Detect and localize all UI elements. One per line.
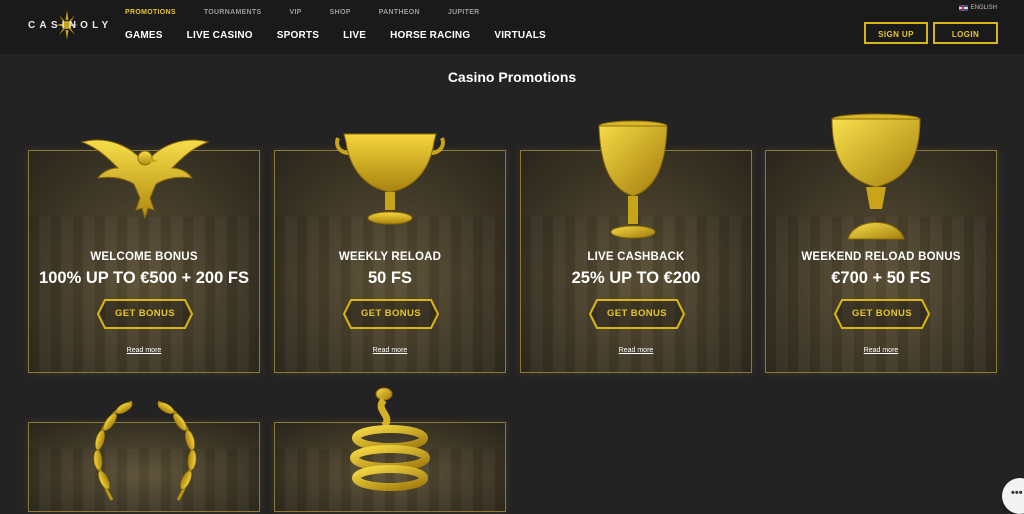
- snake-bracelet-icon: [350, 387, 430, 491]
- card-title: WELCOME BONUS: [90, 251, 198, 263]
- nav-sports[interactable]: SPORTS: [277, 30, 319, 41]
- get-bonus-button[interactable]: GET BONUS: [343, 299, 439, 329]
- nav-horse-racing[interactable]: HORSE RACING: [390, 30, 470, 41]
- read-more-link[interactable]: Read more: [521, 347, 751, 354]
- language-selector[interactable]: ENGLISH: [958, 5, 997, 11]
- site-header: CASINOLY PROMOTIONS TOURNAMENTS VIP SHOP…: [0, 0, 1024, 54]
- laurel-wreath-icon: [93, 400, 197, 501]
- get-bonus-label: GET BONUS: [114, 308, 176, 319]
- goblet-icon: [598, 120, 668, 239]
- get-bonus-label: GET BONUS: [606, 308, 668, 319]
- card-offer: €700 + 50 FS: [831, 269, 931, 287]
- page-title: Casino Promotions: [447, 69, 577, 85]
- nav-virtuals[interactable]: VIRTUALS: [494, 30, 546, 41]
- casinoly-logo[interactable]: CASINOLY: [28, 10, 108, 40]
- nav-vip[interactable]: VIP: [289, 9, 301, 16]
- nav-tournaments[interactable]: TOURNAMENTS: [204, 9, 262, 16]
- nav-live-casino[interactable]: LIVE CASINO: [187, 30, 253, 41]
- nav-promotions[interactable]: PROMOTIONS: [125, 9, 176, 16]
- krater-vase-icon: [335, 133, 445, 225]
- nav-jupiter[interactable]: JUPITER: [448, 9, 480, 16]
- secondary-nav: PROMOTIONS TOURNAMENTS VIP SHOP PANTHEON…: [125, 9, 508, 16]
- login-button[interactable]: LOGIN: [933, 22, 998, 44]
- nav-pantheon[interactable]: PANTHEON: [379, 9, 420, 16]
- card-title: LIVE CASHBACK: [587, 251, 685, 263]
- get-bonus-label: GET BONUS: [851, 308, 913, 319]
- nav-live[interactable]: LIVE: [343, 30, 366, 41]
- read-more-link[interactable]: Read more: [275, 347, 505, 354]
- card-offer: 50 FS: [367, 269, 413, 287]
- card-offer: 25% UP TO €200: [571, 269, 701, 287]
- nav-shop[interactable]: SHOP: [330, 9, 351, 16]
- uk-flag-icon: [958, 5, 968, 11]
- card-title: WEEKEND RELOAD BONUS: [801, 251, 961, 263]
- eagle-icon: [80, 139, 210, 220]
- get-bonus-button[interactable]: GET BONUS: [97, 299, 193, 329]
- read-more-link[interactable]: Read more: [29, 347, 259, 354]
- card-offer: 100% UP TO €500 + 200 FS: [39, 269, 249, 287]
- read-more-link[interactable]: Read more: [766, 347, 996, 354]
- chat-bubble-icon: •••: [1011, 487, 1023, 499]
- get-bonus-button[interactable]: GET BONUS: [834, 299, 930, 329]
- card-title: WEEKLY RELOAD: [338, 251, 442, 263]
- logo-text: CASINOLY: [28, 20, 113, 31]
- signup-button[interactable]: SIGN UP: [864, 22, 928, 44]
- get-bonus-button[interactable]: GET BONUS: [589, 299, 685, 329]
- nav-games[interactable]: GAMES: [125, 30, 163, 41]
- language-label: ENGLISH: [970, 5, 997, 11]
- get-bonus-label: GET BONUS: [360, 308, 422, 319]
- main-nav: GAMES LIVE CASINO SPORTS LIVE HORSE RACI…: [125, 30, 570, 41]
- chat-button[interactable]: •••: [1002, 478, 1024, 514]
- cup-icon: [831, 113, 921, 240]
